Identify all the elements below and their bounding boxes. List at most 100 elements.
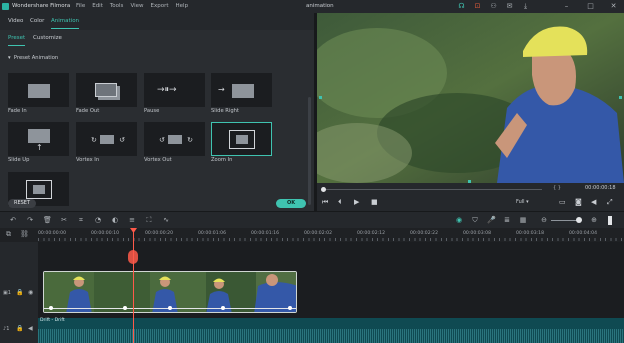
preset-slide-right[interactable]: → [211,73,272,107]
ruler-tick-label: 00:00:03:08 [463,231,492,236]
preset-vortex-out[interactable]: ↺ ↻ [144,122,205,156]
ruler-tick-label: 00:00:03:18 [516,231,545,236]
menu-help[interactable]: Help [176,0,189,13]
keyframe-marker[interactable] [221,306,225,310]
preset-label: Fade In [8,108,27,114]
preset-pause[interactable]: →⏸→ [144,73,205,107]
monitor-icon[interactable]: ▭ [559,198,566,206]
zoom-in-preview-icon [236,135,248,144]
link-icon[interactable]: ⛓ [20,230,29,238]
snapshot-icon[interactable]: ◙ [575,198,582,206]
mail-icon[interactable]: ✉ [506,3,513,10]
ruler-tick-label: 00:00:02:22 [410,231,439,236]
track-headers: ▣1 🔒 ◉ ♪1 🔒 ◀ [0,242,38,343]
editor-tabs: Video Color Animation [0,13,314,30]
fit-icon[interactable]: ⛶ [145,216,153,224]
marker-icon[interactable]: ⛉ [471,216,479,224]
menu-export[interactable]: Export [151,0,169,13]
microphone-icon[interactable]: 🎤 [487,216,496,224]
resize-handle[interactable] [319,96,322,99]
play-icon[interactable]: ▶ [354,198,359,206]
resize-handle[interactable] [619,96,622,99]
delete-icon[interactable]: 🗑 [43,216,52,224]
add-track-icon[interactable]: ⧉ [6,230,11,239]
player-controls: { } 00:00:00:18 ⏮ ⏴ ▶ ■ Full ▾ ▭ ◙ ◀ ⤢ [317,183,624,211]
audio-track-icon: ♪1 [3,326,10,332]
audio-waveform [38,329,624,343]
adjust-icon[interactable]: ≡ [128,216,136,224]
playback-scrubber[interactable] [321,187,326,192]
zoom-out-icon[interactable]: ⊖ [540,216,548,224]
tab-customize[interactable]: Customize [33,30,62,47]
speed-icon[interactable]: ◔ [94,216,102,224]
keyframe-marker[interactable] [168,306,172,310]
speaker-icon[interactable]: ◀ [28,325,33,332]
audio-wave-icon[interactable]: ∿ [162,216,170,224]
account-icon[interactable]: ⚇ [490,3,497,10]
preset-fade-in[interactable] [8,73,69,107]
playback-progress-track[interactable] [322,189,542,190]
undo-icon[interactable]: ↶ [9,216,17,224]
ruler-tick-label: 00:00:02:12 [357,231,386,236]
preset-slide-up[interactable]: ↑ [8,122,69,156]
ruler-tick-label: 00:00:01:06 [198,231,227,236]
video-track-icon: ▣1 [3,290,11,296]
preset-label: Pause [144,108,160,114]
preview-frame-image [317,13,624,183]
playhead[interactable] [133,229,134,343]
keyframe-marker[interactable] [288,306,292,310]
maximize-icon[interactable]: □ [587,3,594,10]
ruler-tick-label: 00:00:00:20 [145,231,174,236]
menu-view[interactable]: View [130,0,143,13]
volume-icon[interactable]: ◀ [591,198,596,206]
keyframe-marker[interactable] [123,306,127,310]
menu-file[interactable]: File [76,0,85,13]
mixer-icon[interactable]: ▦ [519,216,527,224]
active-subtab-underline [8,45,25,46]
step-back-icon[interactable]: ⏴ [338,198,342,207]
preset-section-header[interactable]: ▾ Preset Animation [8,55,58,61]
preset-zoom-in[interactable] [211,122,272,156]
audio-clip[interactable]: Drift - Drift [38,318,624,343]
voiceover-icon[interactable]: ≣ [503,216,511,224]
cart-icon[interactable]: ⊡ [474,3,481,10]
preset-scrollbar[interactable] [308,97,311,205]
menu-edit[interactable]: Edit [92,0,103,13]
download-icon[interactable]: ⤓ [522,3,529,10]
video-clip[interactable] [43,271,297,313]
zoom-slider-thumb[interactable] [576,217,582,223]
prev-frame-icon[interactable]: ⏮ [322,198,328,207]
crop-icon[interactable]: ⌗ [77,216,85,224]
ruler-ticks [38,238,624,241]
preset-label: Slide Up [8,157,30,163]
stop-icon[interactable]: ■ [371,198,378,206]
zoom-slider[interactable] [551,220,579,221]
keyframe-marker[interactable] [49,306,53,310]
eye-icon[interactable]: ◉ [28,289,33,296]
quality-value: Full [516,199,525,205]
timeline-scroll-handle[interactable] [608,216,612,225]
color-icon[interactable]: ◐ [111,216,119,224]
split-marker[interactable] [128,250,138,264]
tab-video[interactable]: Video [8,13,23,30]
timeline-ruler[interactable]: ⧉ ⛓ 00:00:00:00 00:00:00:10 00:00:00:20 … [0,228,624,242]
quality-select[interactable]: Full ▾ [516,199,529,205]
preset-fade-out[interactable] [76,73,137,107]
zoom-in-icon[interactable]: ⊕ [590,216,598,224]
tab-color[interactable]: Color [30,13,44,30]
close-icon[interactable]: ✕ [610,3,617,10]
timecode: 00:00:00:18 [585,185,616,191]
headset-icon[interactable]: ☊ [458,3,465,10]
minimize-icon[interactable]: – [563,3,570,10]
fullscreen-icon[interactable]: ⤢ [607,198,613,207]
lock-icon[interactable]: 🔒 [16,289,23,296]
menu-tools[interactable]: Tools [110,0,124,13]
ok-button[interactable]: OK [276,199,306,208]
redo-icon[interactable]: ↷ [26,216,34,224]
render-icon[interactable]: ◉ [455,216,463,224]
preset-vortex-in[interactable]: ↻ ↺ [76,122,137,156]
lock-icon[interactable]: 🔒 [16,325,23,332]
mark-in-out-brackets[interactable]: { } [553,185,561,191]
reset-button[interactable]: RESET [8,199,36,208]
cut-icon[interactable]: ✂ [60,216,68,224]
